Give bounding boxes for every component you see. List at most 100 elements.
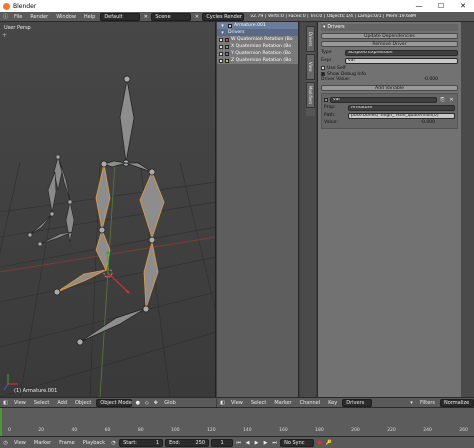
- next-key-icon[interactable]: ▶: [262, 439, 269, 446]
- drivers-header: ◧ View Select Marker Channel Key Drivers…: [217, 397, 474, 407]
- channel-row[interactable]: Z Quaternion Rotation (Bo: [217, 57, 298, 64]
- menu-playback[interactable]: Playback: [80, 440, 108, 446]
- jump-start-icon[interactable]: ⏮: [235, 439, 242, 446]
- menu-select[interactable]: Select: [248, 400, 269, 406]
- jump-end-icon[interactable]: ⏭: [271, 439, 278, 446]
- 3d-viewport[interactable]: User Persp (1) Armature.001 +: [0, 22, 216, 397]
- properties-scrollbar[interactable]: [461, 22, 474, 397]
- toolshelf-plus-icon[interactable]: +: [2, 32, 7, 39]
- timeline-area[interactable]: 0 20 40 60 80 100 120 140 160 180 200 22…: [0, 407, 474, 437]
- filter-icon[interactable]: ▾: [408, 399, 415, 406]
- render-engine-selector[interactable]: Cycles Render: [202, 12, 245, 21]
- close-scene-icon[interactable]: ✕: [193, 13, 200, 20]
- copy-variable-icon[interactable]: ⎘: [439, 96, 446, 103]
- range-icon[interactable]: ◔: [110, 439, 117, 446]
- channel-group-row[interactable]: ▾ Drivers: [217, 29, 298, 36]
- mode-selector[interactable]: Object Mode: [96, 398, 133, 407]
- update-dependencies-button[interactable]: Update Dependencies: [321, 33, 458, 39]
- menu-channel[interactable]: Channel: [297, 400, 324, 406]
- sync-mode-selector[interactable]: No Sync: [280, 438, 315, 447]
- use-self-checkbox[interactable]: [321, 66, 325, 70]
- tick-label: 200: [351, 428, 360, 433]
- menu-key[interactable]: Key: [325, 400, 340, 406]
- driver-type-row: Type Scripted Expression: [321, 49, 458, 56]
- remove-variable-icon[interactable]: ✕: [448, 96, 455, 103]
- remove-driver-button[interactable]: Remove Driver: [321, 41, 458, 47]
- maximize-button[interactable]: ☐: [430, 0, 452, 12]
- keying-set-icon[interactable]: 🔑: [325, 439, 332, 446]
- editor-type-icon[interactable]: ◷: [2, 439, 9, 446]
- filters-button[interactable]: Filters: [417, 400, 438, 406]
- close-button[interactable]: ✕: [452, 0, 474, 12]
- tab-view[interactable]: View: [306, 54, 315, 80]
- channel-visibility-checkbox[interactable]: [219, 37, 223, 42]
- channel-visibility-checkbox[interactable]: [219, 44, 223, 49]
- menu-file[interactable]: File: [11, 14, 25, 20]
- variable-type-icon[interactable]: [324, 97, 328, 102]
- menu-frame[interactable]: Frame: [56, 440, 78, 446]
- normalize-label: Normalize: [444, 399, 470, 406]
- variable-prop-row: Prop: Armature: [324, 104, 455, 111]
- menu-window[interactable]: Window: [53, 14, 79, 20]
- use-self-label: Use Self: [327, 65, 346, 71]
- scene-stats: v2.79 | Verts:0 | Faces:0 | Tris:0 | Obj…: [250, 14, 416, 19]
- variable-path-row: Path: pose.bones["thigh_ fkon_quaternion…: [324, 112, 455, 119]
- armature-left[interactable]: [27, 154, 75, 247]
- mode-value: Object Mode: [100, 399, 132, 406]
- menu-view[interactable]: View: [11, 440, 29, 446]
- expand-arrow-icon[interactable]: ▾: [219, 29, 226, 36]
- info-editor-icon[interactable]: ⓘ: [2, 13, 9, 20]
- driver-type-select[interactable]: Scripted Expression: [345, 49, 458, 56]
- collapse-arrow-icon: ▾: [323, 25, 326, 30]
- add-variable-button[interactable]: Add Variable: [321, 85, 458, 91]
- menu-marker[interactable]: Marker: [31, 440, 54, 446]
- channel-object-row[interactable]: ▾ Armature.001: [217, 22, 298, 29]
- channel-row[interactable]: W Quaternion Rotation (Bo: [217, 36, 298, 43]
- current-frame-indicator[interactable]: [0, 408, 2, 437]
- record-icon[interactable]: ●: [316, 439, 323, 446]
- prop-target-field[interactable]: Armature: [348, 104, 455, 111]
- transform-orientation[interactable]: Glob: [161, 400, 179, 406]
- menu-help[interactable]: Help: [81, 14, 98, 20]
- menu-add[interactable]: Add: [54, 400, 70, 406]
- menu-render[interactable]: Render: [27, 14, 51, 20]
- channel-row[interactable]: Y Quaternion Rotation (Bo: [217, 50, 298, 57]
- variable-name-input[interactable]: var: [330, 96, 437, 103]
- channel-row[interactable]: X Quaternion Rotation (Bo: [217, 43, 298, 50]
- menu-object[interactable]: Object: [72, 400, 94, 406]
- editor-type-icon[interactable]: ◧: [219, 399, 226, 406]
- show-debug-checkbox[interactable]: [321, 72, 325, 76]
- prev-key-icon[interactable]: ◀: [244, 439, 251, 446]
- start-frame-field[interactable]: Start: 1: [119, 438, 164, 447]
- menu-view[interactable]: View: [228, 400, 246, 406]
- current-frame-field[interactable]: 1: [211, 438, 234, 447]
- editor-type-icon[interactable]: ◧: [2, 399, 9, 406]
- normalize-toggle[interactable]: Normalize: [440, 398, 474, 407]
- layout-selector[interactable]: Default: [100, 12, 141, 21]
- expression-input[interactable]: var: [345, 57, 458, 64]
- end-frame-field[interactable]: End: 250: [165, 438, 210, 447]
- manipulator-icon[interactable]: ✥: [152, 399, 159, 406]
- play-icon[interactable]: ▶: [253, 439, 260, 446]
- path-label: Path:: [324, 113, 336, 118]
- menu-view[interactable]: View: [11, 400, 29, 406]
- pivot-icon[interactable]: ◇: [143, 399, 150, 406]
- drivers-channel-list[interactable]: ▾ Armature.001 ▾ Drivers W Quaternion Ro…: [217, 22, 299, 397]
- drivers-panel-header[interactable]: ▾ Drivers: [321, 24, 458, 31]
- viewport-shading-icon[interactable]: ●: [134, 399, 141, 406]
- minimize-button[interactable]: —: [408, 0, 430, 12]
- channel-visibility-checkbox[interactable]: [219, 51, 223, 56]
- graph-mode-selector[interactable]: Drivers: [342, 398, 373, 407]
- menu-marker[interactable]: Marker: [271, 400, 294, 406]
- close-layout-icon[interactable]: ✕: [142, 13, 149, 20]
- scene-selector[interactable]: Scene: [151, 12, 192, 21]
- 3d-cursor-icon[interactable]: [103, 250, 130, 294]
- data-path-input[interactable]: pose.bones["thigh_ fkon_quaternion[0]: [348, 112, 455, 119]
- tab-modifiers[interactable]: Modifiers: [306, 82, 315, 108]
- render-engine-value: Cycles Render: [206, 13, 242, 20]
- channel-visibility-checkbox[interactable]: [219, 58, 223, 63]
- expand-arrow-icon[interactable]: ▾: [219, 22, 226, 29]
- menu-select[interactable]: Select: [31, 400, 52, 406]
- tab-drivers[interactable]: Drivers: [306, 26, 315, 52]
- viewport-canvas[interactable]: [0, 22, 216, 397]
